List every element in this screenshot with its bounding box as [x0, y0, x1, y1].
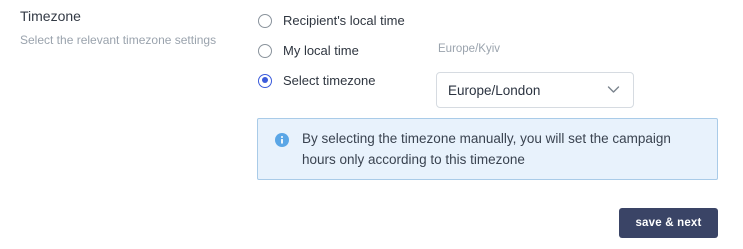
radio-label: My local time: [283, 43, 359, 58]
my-local-timezone-hint: Europe/Kyiv: [438, 43, 501, 55]
radio-button[interactable]: [258, 13, 272, 28]
timezone-select[interactable]: Europe/London: [436, 72, 634, 108]
radio-option-recipient-local-time[interactable]: Recipient's local time: [258, 13, 405, 28]
radio-button-selected[interactable]: [258, 73, 272, 88]
radio-button[interactable]: [258, 43, 272, 58]
save-and-next-button[interactable]: save & next: [619, 208, 718, 238]
timezone-select-value: Europe/London: [448, 83, 541, 98]
radio-label: Select timezone: [283, 73, 376, 88]
info-text: By selecting the timezone manually, you …: [302, 131, 671, 167]
section-subtitle: Select the relevant timezone settings: [20, 33, 217, 47]
chevron-down-icon: [607, 86, 620, 93]
info-notice: By selecting the timezone manually, you …: [257, 118, 718, 180]
radio-option-my-local-time[interactable]: My local time: [258, 43, 359, 58]
radio-option-select-timezone[interactable]: Select timezone: [258, 73, 376, 88]
radio-label: Recipient's local time: [283, 13, 405, 28]
info-icon: [275, 133, 289, 147]
section-title: Timezone: [20, 8, 81, 24]
